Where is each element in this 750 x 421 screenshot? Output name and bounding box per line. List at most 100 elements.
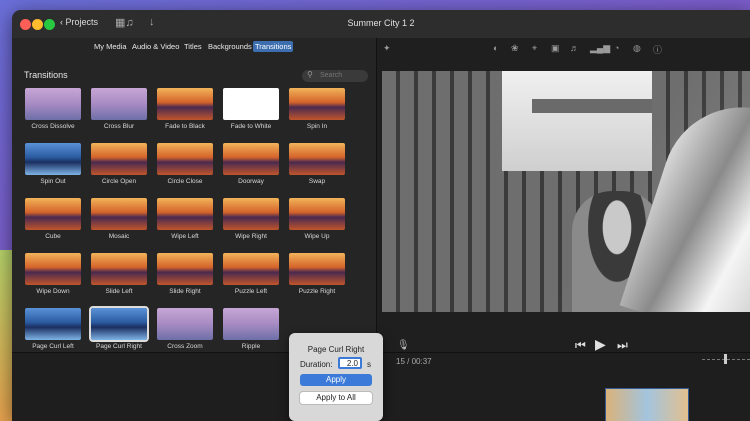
transition-thumbnail (223, 308, 279, 340)
transition-label: Slide Left (105, 288, 133, 295)
transition-thumbnail (25, 198, 81, 230)
filter-icon[interactable]: ◍ (633, 43, 641, 54)
transition-label: Fade to Black (165, 123, 205, 130)
transition-label: Spin Out (40, 178, 66, 185)
speed-icon[interactable]: ◔ (614, 43, 619, 53)
transition-tile[interactable]: Circle Open (84, 143, 154, 185)
transition-tile[interactable]: Fade to White (216, 88, 286, 130)
tab-my-media[interactable]: My Media (92, 41, 129, 52)
transition-tile[interactable]: Page Curl Right (84, 306, 154, 350)
transition-tile[interactable]: Slide Right (150, 253, 220, 295)
transition-tile[interactable]: Cross Dissolve (18, 88, 88, 130)
transition-tile[interactable]: Wipe Up (282, 198, 352, 240)
transition-thumbnail (289, 198, 345, 230)
transition-tile[interactable]: Wipe Down (18, 253, 88, 295)
noise-reduction-icon[interactable]: ▂▄▆ (590, 43, 610, 54)
browser-tabs: My Media Audio & Video Titles Background… (12, 40, 376, 54)
transition-tile[interactable]: Mosaic (84, 198, 154, 240)
skip-forward-icon[interactable]: ⏭ (617, 338, 628, 353)
transition-label: Slide Right (169, 288, 201, 295)
transition-label: Ripple (241, 343, 261, 350)
transition-label: Cube (45, 233, 61, 240)
timeline-clip[interactable] (605, 388, 689, 421)
transition-label: Circle Open (101, 178, 137, 185)
timecode: 15 / 00:37 (396, 357, 432, 366)
timeline-zoom-knob[interactable] (724, 354, 727, 364)
transition-tile[interactable]: Ripple (216, 308, 286, 350)
tab-audio-video[interactable]: Audio & Video (130, 41, 181, 52)
duration-field[interactable]: 2.0 (338, 357, 362, 369)
transition-tile[interactable]: Fade to Black (150, 88, 220, 130)
transition-thumbnail (89, 306, 149, 342)
transition-tile[interactable]: Cube (18, 198, 88, 240)
transition-thumbnail (157, 308, 213, 340)
play-icon[interactable]: ▶ (595, 336, 606, 353)
microphone-icon[interactable]: 🎙 (397, 340, 410, 351)
duration-label: Duration: (300, 360, 333, 369)
transition-tile[interactable]: Cross Zoom (150, 308, 220, 350)
transition-thumbnail (157, 198, 213, 230)
transition-label: Cross Zoom (167, 343, 203, 350)
window-title: Summer City 1 2 (347, 18, 415, 28)
crop-icon[interactable]: ⌖ (532, 43, 537, 54)
transition-thumbnail (223, 198, 279, 230)
info-icon[interactable]: ⓘ (653, 43, 662, 56)
color-balance-icon[interactable]: ◐ (493, 43, 498, 53)
transition-tile[interactable]: Circle Close (150, 143, 220, 185)
transition-tile[interactable]: Doorway (216, 143, 286, 185)
transition-label: Fade to White (230, 123, 272, 130)
color-correction-icon[interactable]: ❀ (511, 43, 519, 54)
title-bar: ‹ Projects ▦♫ ↓ Summer City 1 2 (12, 10, 750, 39)
transition-thumbnail (223, 88, 279, 120)
transition-tile[interactable]: Puzzle Left (216, 253, 286, 295)
transition-tile[interactable]: Spin Out (18, 143, 88, 185)
viewer-toolbar: ✦ ◐ ❀ ⌖ ▣ ♬ ▂▄▆ ◔ ◍ ⓘ (377, 38, 750, 58)
stabilization-icon[interactable]: ▣ (551, 43, 560, 54)
transition-tile[interactable]: Slide Left (84, 253, 154, 295)
transition-thumbnail (25, 143, 81, 175)
transition-thumbnail (157, 143, 213, 175)
transition-thumbnail (289, 88, 345, 120)
transition-thumbnail (25, 88, 81, 120)
skip-back-icon[interactable]: ⏮ (575, 338, 586, 353)
tab-titles[interactable]: Titles (182, 41, 204, 52)
video-preview[interactable] (382, 71, 750, 312)
video-sky (502, 71, 652, 171)
transition-label: Spin In (306, 123, 328, 130)
transition-label: Mosaic (108, 233, 130, 240)
transition-tile[interactable]: Wipe Right (216, 198, 286, 240)
transition-tile[interactable]: Cross Blur (84, 88, 154, 130)
transition-label: Puzzle Left (234, 288, 268, 295)
transition-label: Wipe Right (235, 233, 267, 240)
search-input[interactable]: ⚲ Search (302, 70, 368, 82)
transition-label: Page Curl Right (96, 343, 142, 350)
transition-tile[interactable]: Wipe Left (150, 198, 220, 240)
apply-to-all-button[interactable]: Apply to All (300, 392, 372, 404)
transition-label: Cross Dissolve (31, 123, 75, 130)
magic-wand-icon[interactable]: ✦ (383, 43, 391, 54)
search-icon: ⚲ (307, 70, 313, 79)
transition-thumbnail (91, 253, 147, 285)
volume-icon[interactable]: ♬ (570, 43, 579, 53)
transition-thumbnail (223, 143, 279, 175)
tab-transitions[interactable]: Transitions (253, 41, 294, 52)
duration-unit: s (367, 360, 371, 369)
transition-thumbnail (25, 308, 81, 340)
tab-backgrounds[interactable]: Backgrounds (206, 41, 254, 52)
transition-thumbnail (25, 253, 81, 285)
apply-button[interactable]: Apply (300, 374, 372, 386)
transition-thumbnail (91, 143, 147, 175)
transition-thumbnail (157, 88, 213, 120)
transition-tile[interactable]: Swap (282, 143, 352, 185)
search-placeholder: Search (320, 72, 343, 79)
transition-tile[interactable]: Page Curl Left (18, 308, 88, 350)
transition-label: Wipe Up (304, 233, 330, 240)
transition-label: Page Curl Left (32, 343, 74, 350)
transition-label: Puzzle Right (298, 288, 336, 295)
transition-tile[interactable]: Spin In (282, 88, 352, 130)
transition-thumbnail (289, 253, 345, 285)
transition-tile[interactable]: Puzzle Right (282, 253, 352, 295)
transition-label: Swap (308, 178, 326, 185)
transition-thumbnail (289, 143, 345, 175)
panel-title: Transitions (24, 70, 68, 80)
